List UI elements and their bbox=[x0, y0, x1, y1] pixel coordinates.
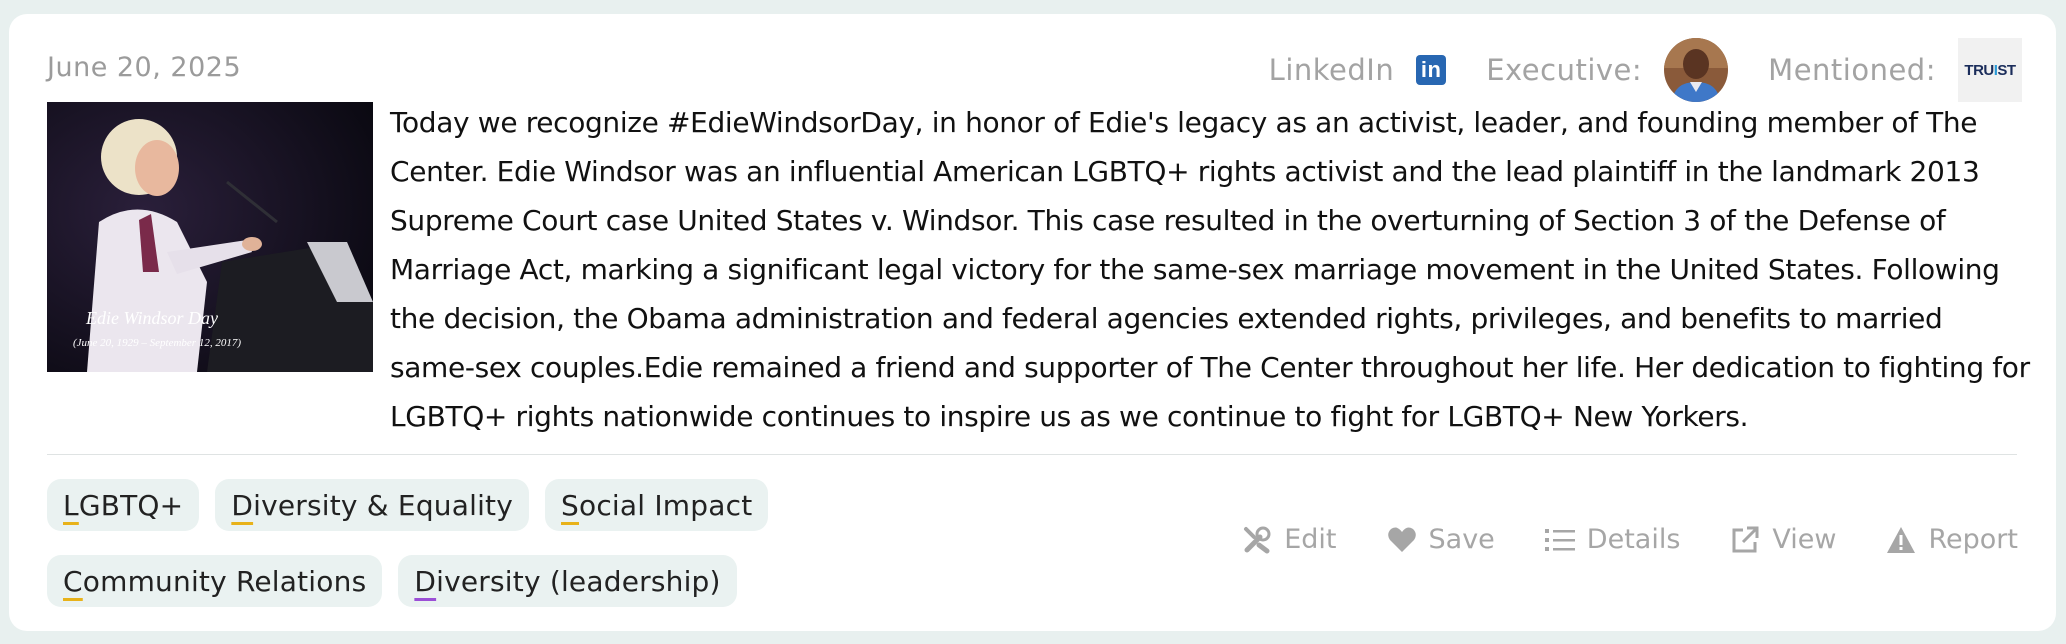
post-actions: Edit Save Details View Report bbox=[1242, 524, 2018, 555]
post-image[interactable]: Edie Windsor Day (June 20, 1929 – Septem… bbox=[47, 102, 373, 372]
linkedin-icon[interactable]: in bbox=[1416, 55, 1447, 85]
mentioned-label: Mentioned: bbox=[1768, 53, 1936, 87]
heart-icon bbox=[1387, 527, 1416, 552]
post-body-text: Today we recognize #EdieWindsorDay, in h… bbox=[390, 106, 2030, 433]
tag-social-impact[interactable]: Social Impact bbox=[545, 479, 769, 531]
tools-icon bbox=[1244, 526, 1271, 553]
tag-diversity-leadership[interactable]: Diversity (leadership) bbox=[398, 555, 737, 607]
executive-label: Executive: bbox=[1486, 53, 1643, 87]
details-button[interactable]: Details bbox=[1544, 524, 1680, 555]
tag-list: L GBTQ+ Diversity & Equality Social Impac… bbox=[47, 479, 947, 631]
image-caption-title: Edie Windsor Day bbox=[85, 308, 218, 328]
tag-row-2: Community Relations Diversity (leadershi… bbox=[47, 555, 947, 607]
warning-icon bbox=[1887, 526, 1916, 553]
external-link-icon bbox=[1732, 526, 1759, 552]
tag-lgbtq[interactable]: L GBTQ+ bbox=[47, 479, 200, 531]
post-date: June 20, 2025 bbox=[47, 52, 242, 83]
mentioned-company-logo[interactable]: TRU I ST bbox=[1958, 38, 2022, 102]
view-button[interactable]: View bbox=[1730, 524, 1836, 555]
image-caption-dates: (June 20, 1929 – September 12, 2017) bbox=[73, 337, 241, 349]
tag-diversity-equality[interactable]: Diversity & Equality bbox=[215, 479, 530, 531]
divider bbox=[47, 454, 2017, 455]
save-button[interactable]: Save bbox=[1387, 524, 1495, 555]
edit-button[interactable]: Edit bbox=[1242, 524, 1337, 555]
tag-row-1: L GBTQ+ Diversity & Equality Social Impac… bbox=[47, 479, 947, 531]
tag-community-relations[interactable]: Community Relations bbox=[47, 555, 383, 607]
list-icon bbox=[1544, 528, 1575, 551]
post-card: June 20, 2025 LinkedIn in Executive: Men… bbox=[9, 14, 2056, 631]
post-meta: LinkedIn in Executive: Mentioned: TRU I ST bbox=[1269, 38, 2022, 102]
report-button[interactable]: Report bbox=[1886, 524, 2018, 555]
linkedin-label: LinkedIn bbox=[1268, 53, 1395, 87]
executive-avatar[interactable] bbox=[1664, 38, 1729, 102]
